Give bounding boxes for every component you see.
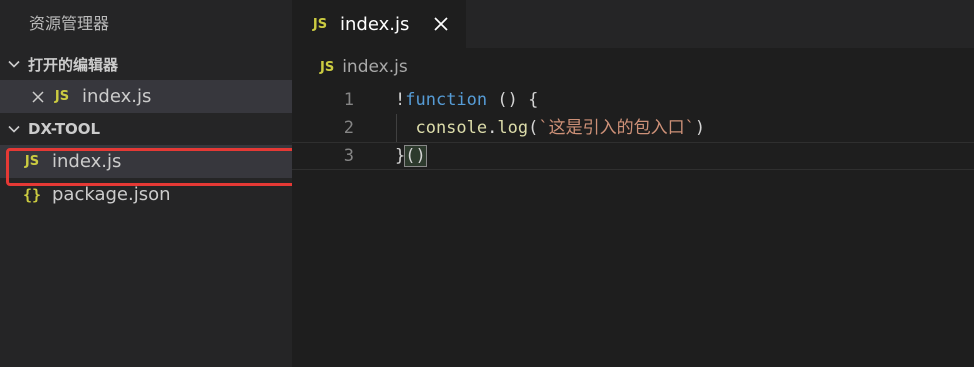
file-label: index.js: [82, 86, 152, 107]
tab-bar: JS index.js: [292, 0, 974, 48]
chevron-down-icon: [0, 57, 28, 71]
js-file-icon: JS: [24, 154, 40, 169]
explorer-title: 资源管理器: [29, 14, 110, 33]
file-label: index.js: [52, 151, 122, 172]
code-token: }: [395, 146, 406, 166]
chevron-down-icon: [0, 122, 28, 136]
open-editors-header[interactable]: 打开的编辑器: [0, 48, 292, 80]
tree-item-package-json[interactable]: {} package.json: [0, 178, 292, 211]
line-source: console.log(`这是引入的包入口`): [395, 114, 705, 142]
line-number: 2: [343, 118, 354, 138]
project-folder-label: DX-TOOL: [28, 120, 101, 138]
js-file-icon: JS: [312, 16, 328, 32]
code-token: ): [694, 118, 706, 138]
code-token: `这是引入的包入口`: [538, 118, 695, 138]
line-source: !function () {: [395, 86, 538, 114]
tab-label: index.js: [340, 13, 410, 35]
close-icon[interactable]: [26, 90, 50, 104]
js-file-icon: JS: [320, 59, 335, 75]
tab-index-js[interactable]: JS index.js: [292, 0, 466, 48]
code-token: .: [487, 118, 498, 138]
close-icon[interactable]: [430, 13, 452, 35]
code-token: console: [395, 118, 488, 138]
code-token: function: [405, 90, 488, 110]
code-editor[interactable]: 1 !function () {2 console.log(`这是引入的包入口`)…: [292, 86, 974, 170]
explorer-sidebar: 资源管理器 打开的编辑器 JS index.js DX-TOOL JS inde…: [0, 0, 309, 367]
open-editors-label: 打开的编辑器: [28, 55, 119, 74]
code-token: !: [395, 90, 406, 110]
breadcrumb-label: index.js: [342, 57, 408, 77]
vscode-window: 资源管理器 打开的编辑器 JS index.js DX-TOOL JS inde…: [0, 0, 974, 367]
editor-area: JS index.js JS index.js 1 !function () {2…: [292, 0, 974, 367]
tree-item-index-js[interactable]: JS index.js: [0, 145, 292, 178]
line-number: 1: [343, 90, 354, 110]
open-editor-item-index-js[interactable]: JS index.js: [0, 80, 292, 113]
project-folder-header[interactable]: DX-TOOL: [0, 113, 292, 145]
code-token: log: [497, 118, 529, 138]
code-line[interactable]: 2 console.log(`这是引入的包入口`): [292, 114, 974, 142]
line-number: 3: [343, 146, 354, 166]
file-label: package.json: [52, 184, 171, 205]
code-token: () {: [487, 90, 539, 110]
code-line[interactable]: 3}(): [292, 142, 974, 170]
js-file-icon: JS: [54, 89, 70, 104]
breadcrumb[interactable]: JS index.js: [292, 48, 974, 86]
line-source: }(): [395, 143, 427, 169]
json-file-icon: {}: [22, 185, 42, 204]
code-token: (: [528, 118, 539, 138]
code-line[interactable]: 1 !function () {: [292, 86, 974, 114]
code-token: (): [404, 145, 427, 167]
